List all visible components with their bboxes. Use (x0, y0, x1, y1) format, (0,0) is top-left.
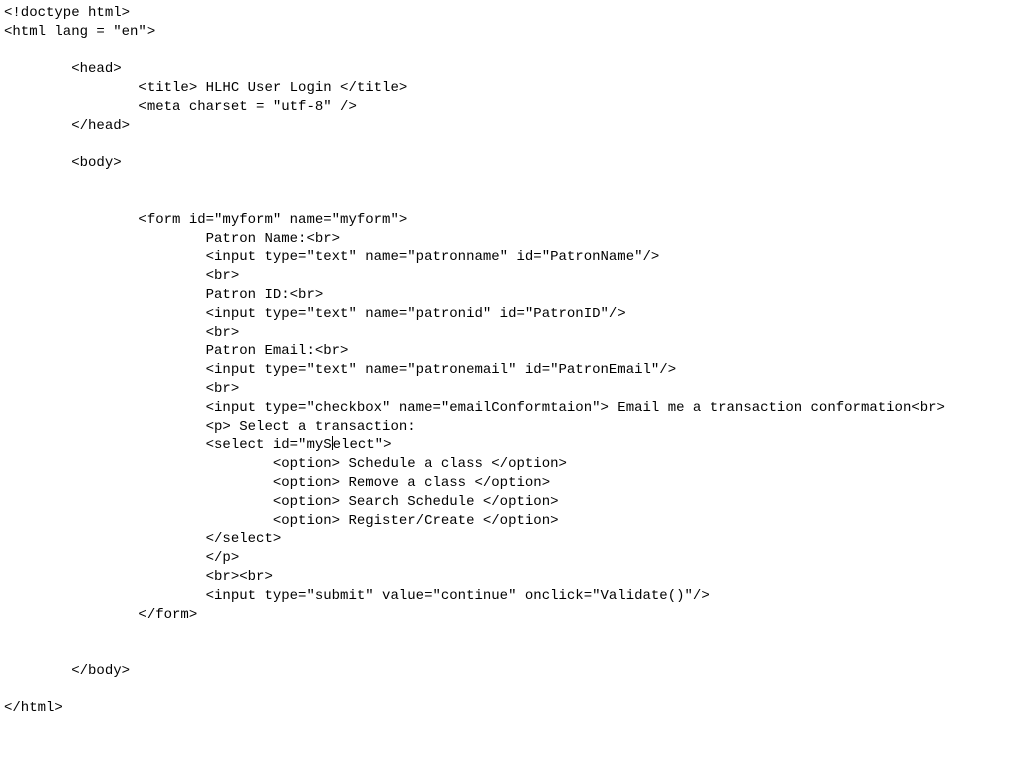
code-line: <br> (4, 381, 239, 397)
code-line: Patron Email:<br> (4, 343, 348, 359)
code-line: Patron ID:<br> (4, 287, 323, 303)
code-line: Patron Name:<br> (4, 231, 340, 247)
code-line: <p> Select a transaction: (4, 419, 416, 435)
code-line: <input type="submit" value="continue" on… (4, 588, 710, 604)
code-line: <input type="text" name="patronname" id=… (4, 249, 659, 265)
code-line: </form> (4, 607, 197, 623)
code-line: <input type="text" name="patronid" id="P… (4, 306, 626, 322)
code-line: <title> HLHC User Login </title> (4, 80, 407, 96)
code-line: <option> Remove a class </option> (4, 475, 550, 491)
code-line: <meta charset = "utf-8" /> (4, 99, 357, 115)
code-line: </p> (4, 550, 239, 566)
code-line: <br> (4, 325, 239, 341)
code-line: <br> (4, 268, 239, 284)
code-line: <option> Schedule a class </option> (4, 456, 567, 472)
code-line: </head> (4, 118, 130, 134)
code-line: </body> (4, 663, 130, 679)
code-line: <input type="checkbox" name="emailConfor… (4, 400, 945, 416)
code-line: </select> (4, 531, 281, 547)
code-line: <select id="mySelect"> (4, 437, 391, 453)
code-line: </html> (4, 700, 63, 716)
code-line: <form id="myform" name="myform"> (4, 212, 407, 228)
code-block: <!doctype html> <html lang = "en"> <head… (0, 0, 1024, 718)
code-line: <option> Search Schedule </option> (4, 494, 559, 510)
code-line: <html lang = "en"> (4, 24, 155, 40)
code-line: <head> (4, 61, 122, 77)
code-line: <!doctype html> (4, 5, 130, 21)
code-line: <input type="text" name="patronemail" id… (4, 362, 676, 378)
code-line: <br><br> (4, 569, 273, 585)
code-line: <option> Register/Create </option> (4, 513, 559, 529)
code-line: <body> (4, 155, 122, 171)
